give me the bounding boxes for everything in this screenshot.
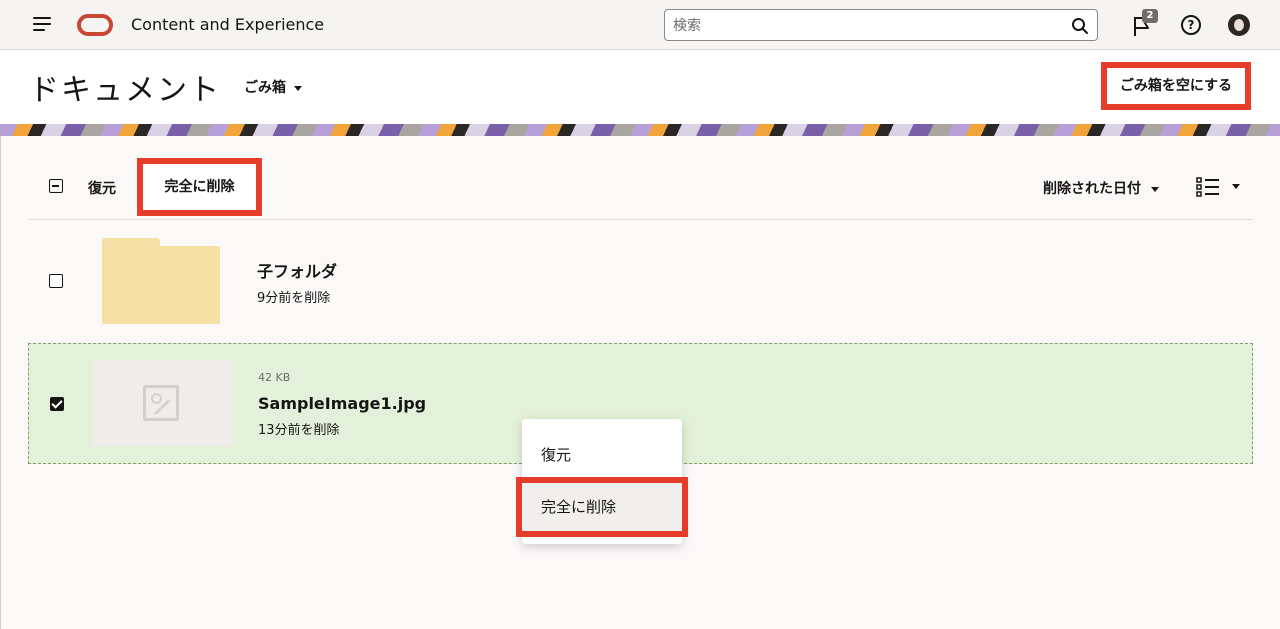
item-checkbox[interactable] xyxy=(50,397,64,411)
context-menu: 復元 完全に削除 xyxy=(516,419,688,544)
image-thumbnail xyxy=(92,360,232,446)
restore-button[interactable]: 復元 xyxy=(88,178,116,198)
search-box xyxy=(664,9,1098,41)
search-input[interactable] xyxy=(673,16,1063,36)
menu-icon[interactable] xyxy=(33,17,51,31)
window-edge xyxy=(0,50,1,629)
item-checkbox[interactable] xyxy=(49,274,63,288)
view-mode-dropdown[interactable] xyxy=(1196,176,1242,198)
chevron-down-icon xyxy=(1232,184,1240,189)
item-name[interactable]: 子フォルダ xyxy=(257,258,337,282)
notification-badge: 2 xyxy=(1142,9,1158,23)
delete-permanently-button[interactable]: 完全に削除 xyxy=(137,158,262,216)
list-item[interactable]: 子フォルダ 9分前を削除 xyxy=(28,221,1253,342)
menu-item-restore[interactable]: 復元 xyxy=(522,444,682,465)
sort-label: 削除された日付 xyxy=(1043,181,1141,197)
location-dropdown[interactable]: ごみ箱 xyxy=(244,77,302,97)
page-title: ドキュメント xyxy=(29,73,221,108)
action-toolbar: 復元 完全に削除 削除された日付 xyxy=(28,158,1253,220)
page-header: ドキュメント ごみ箱 ごみ箱を空にする xyxy=(0,50,1280,124)
search-icon[interactable] xyxy=(1071,17,1089,35)
select-all-checkbox[interactable] xyxy=(49,179,63,193)
item-name[interactable]: SampleImage1.jpg xyxy=(258,394,426,413)
image-placeholder-icon xyxy=(143,385,179,421)
location-label: ごみ箱 xyxy=(244,80,286,96)
oracle-logo[interactable] xyxy=(77,14,113,36)
chevron-down-icon xyxy=(294,85,302,91)
chevron-down-icon xyxy=(1151,186,1159,192)
item-deleted-time: 9分前を削除 xyxy=(257,291,331,306)
sort-dropdown[interactable]: 削除された日付 xyxy=(1043,178,1159,198)
list-view-icon xyxy=(1196,177,1219,197)
app-title: Content and Experience xyxy=(131,15,325,34)
decorative-banner xyxy=(0,124,1280,136)
item-deleted-time: 13分前を削除 xyxy=(258,423,340,438)
menu-item-delete-permanently[interactable]: 完全に削除 xyxy=(516,477,688,537)
help-icon[interactable]: ? xyxy=(1181,15,1201,35)
user-avatar[interactable] xyxy=(1228,14,1250,36)
empty-trash-button[interactable]: ごみ箱を空にする xyxy=(1101,62,1251,110)
item-size: 42 KB xyxy=(258,371,291,384)
notifications-flag-icon[interactable]: 2 xyxy=(1132,9,1158,39)
top-bar: Content and Experience 2 ? xyxy=(0,0,1280,50)
folder-icon xyxy=(102,238,220,324)
